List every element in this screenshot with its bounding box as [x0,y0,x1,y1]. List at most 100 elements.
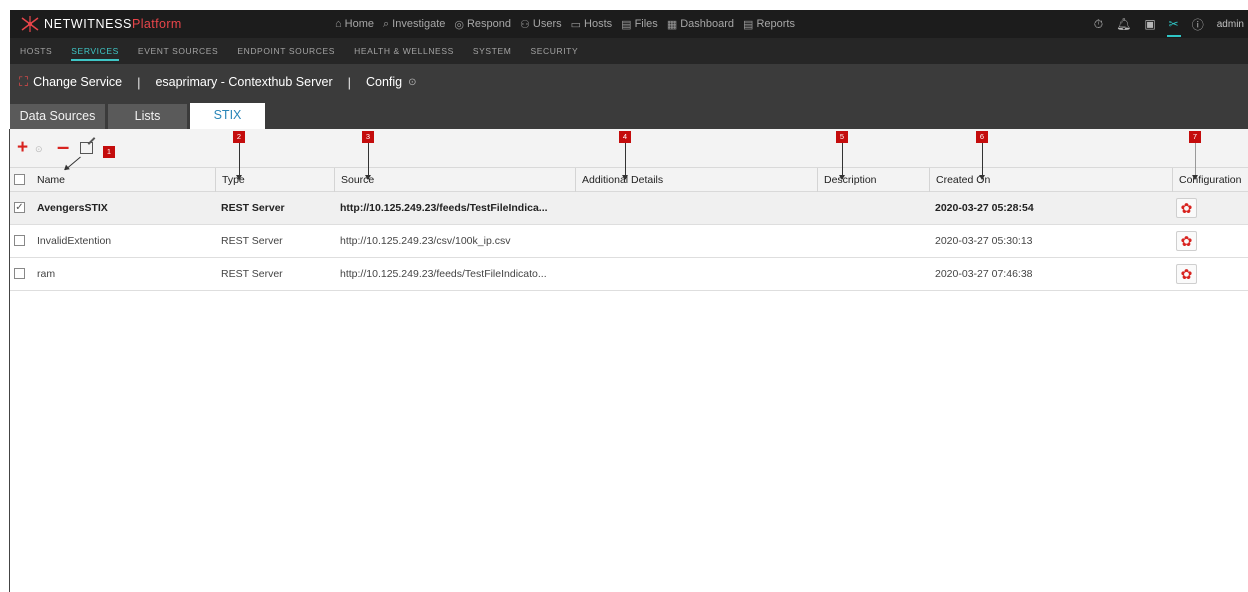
nav-reports-label: Reports [756,18,795,30]
cell-additional-details [575,225,817,257]
column-header-additional-details[interactable]: Additional Details [575,168,817,192]
cell-source: http://10.125.249.23/feeds/TestFileIndic… [340,202,548,214]
callout-arrow-5 [839,143,845,180]
help-icon[interactable]: ⓘ [1192,16,1204,33]
chevron-down-icon[interactable]: ⊙ [35,144,43,155]
netwitness-logo-icon [21,16,39,32]
subnav-services[interactable]: SERVICES [71,38,119,64]
cell-additional-details [575,258,817,290]
nav-home[interactable]: ⌂ Home [335,18,374,30]
nav-users-label: Users [532,18,562,30]
tasks-icon[interactable]: ▣ [1144,17,1155,31]
nav-dashboard[interactable]: ▦ Dashboard [667,18,734,31]
nav-reports[interactable]: ▤ Reports [743,18,795,31]
change-service-button[interactable]: Change Service [33,75,122,89]
callout-arrow-3 [365,143,371,180]
nav-investigate-label: Investigate [392,18,446,30]
main-nav: ⌂ Home ⌕ Investigate ◎ Respond ⚇ Users ▭ Host… [335,10,795,38]
brand-suffix: Platform [131,17,182,31]
column-header-created-on[interactable]: Created On [929,168,1172,192]
row-checkbox[interactable] [14,235,25,246]
column-header-description[interactable]: Description [817,168,929,192]
row-checkbox[interactable]: ✓ [14,202,25,213]
notifications-bell-icon[interactable]: 🔔︎ [1116,17,1131,31]
cell-type: REST Server [221,235,283,247]
chevron-down-icon[interactable]: ⊙ [408,77,416,88]
home-icon: ⌂ [335,18,342,30]
column-header-source[interactable]: Source [334,168,575,192]
subnav-system[interactable]: SYSTEM [473,38,512,64]
nav-files-label: Files [634,18,658,30]
reports-icon: ▤ [743,18,754,31]
nav-respond[interactable]: ◎ Respond [454,18,511,31]
table-row[interactable]: InvalidExtention REST Server http://10.1… [10,225,1248,258]
view-selector[interactable]: Config [366,75,402,89]
edit-icon[interactable] [80,142,93,154]
add-icon[interactable]: + [17,138,28,157]
cell-created-on: 2020-03-27 05:28:54 [935,202,1034,214]
subnav-hosts[interactable]: HOSTS [20,38,52,64]
callout-4: 4 [619,131,631,143]
cell-source: http://10.125.249.23/feeds/TestFileIndic… [340,268,547,280]
callout-7: 7 [1189,131,1201,143]
callout-arrow-4 [622,143,628,180]
nav-dashboard-label: Dashboard [680,18,735,30]
configuration-gear-icon[interactable]: ✿ [1176,264,1197,284]
admin-tools-icon[interactable]: ✂ [1166,17,1181,37]
top-right-icons: ⏱ 🔔︎ ▣ ✂ ⓘ admin [1094,10,1244,38]
nav-hosts-label: Hosts [584,18,613,30]
configuration-gear-icon[interactable]: ✿ [1176,198,1197,218]
cell-additional-details [575,192,817,224]
subnav-event-sources[interactable]: EVENT SOURCES [138,38,218,64]
netwitness-logo[interactable]: NETWITNESS Platform [10,10,182,38]
column-header-type[interactable]: Type [215,168,334,192]
grid-header: Name Type Source Additional Details Desc… [10,167,1248,192]
investigate-icon: ⌕ [383,17,390,30]
callout-3: 3 [362,131,374,143]
timer-icon[interactable]: ⏱ [1094,17,1103,32]
nav-users[interactable]: ⚇ Users [520,18,562,31]
files-icon: ▤ [621,18,632,31]
callout-arrow-7 [1192,143,1198,180]
brand-name: NETWITNESS [44,17,132,31]
select-all-checkbox[interactable] [14,174,25,185]
column-header-name[interactable]: Name [31,168,214,192]
callout-arrow-2 [236,143,242,180]
cell-type: REST Server [221,268,283,280]
users-icon: ⚇ [520,18,530,31]
separator: | [347,74,351,90]
tab-lists[interactable]: Lists [108,104,187,129]
nav-hosts[interactable]: ▭ Hosts [571,18,613,31]
subnav-health-wellness[interactable]: HEALTH & WELLNESS [354,38,454,64]
cell-created-on: 2020-03-27 05:30:13 [935,235,1033,247]
tab-data-sources[interactable]: Data Sources [10,104,105,129]
cell-description [817,225,929,257]
nav-files[interactable]: ▤ Files [621,18,658,31]
cell-name: AvengersSTIX [37,202,108,214]
hosts-icon: ▭ [570,18,582,31]
dashboard-icon: ▦ [666,18,678,31]
callout-2: 2 [233,131,245,143]
service-name: esaprimary - Contexthub Server [155,75,333,89]
cell-name: InvalidExtention [37,235,112,247]
nav-home-label: Home [344,18,374,30]
service-bar: ⛶ Change Service | esaprimary - Contexth… [10,64,1248,100]
table-row[interactable]: ✓ AvengersSTIX REST Server http://10.125… [10,192,1248,225]
row-checkbox[interactable] [14,268,25,279]
callout-6: 6 [976,131,988,143]
column-header-configuration[interactable]: Configuration [1172,168,1248,192]
subnav-endpoint-sources[interactable]: ENDPOINT SOURCES [237,38,335,64]
table-row[interactable]: ram REST Server http://10.125.249.23/fee… [10,258,1248,291]
top-navigation-bar: NETWITNESS Platform ⌂ Home ⌕ Investigate ◎… [10,10,1248,38]
nav-investigate[interactable]: ⌕ Investigate [383,18,445,31]
change-service-icon[interactable]: ⛶ [19,74,28,90]
configuration-gear-icon[interactable]: ✿ [1176,231,1197,251]
admin-sub-nav: HOSTS SERVICES EVENT SOURCES ENDPOINT SO… [10,38,1248,64]
stix-data-grid: Name Type Source Additional Details Desc… [10,167,1248,291]
user-menu[interactable]: admin [1217,19,1244,30]
subnav-security[interactable]: SECURITY [530,38,578,64]
tab-stix[interactable]: STIX [190,103,265,129]
callout-5: 5 [836,131,848,143]
delete-icon[interactable]: – [57,136,69,158]
separator: | [137,74,141,90]
